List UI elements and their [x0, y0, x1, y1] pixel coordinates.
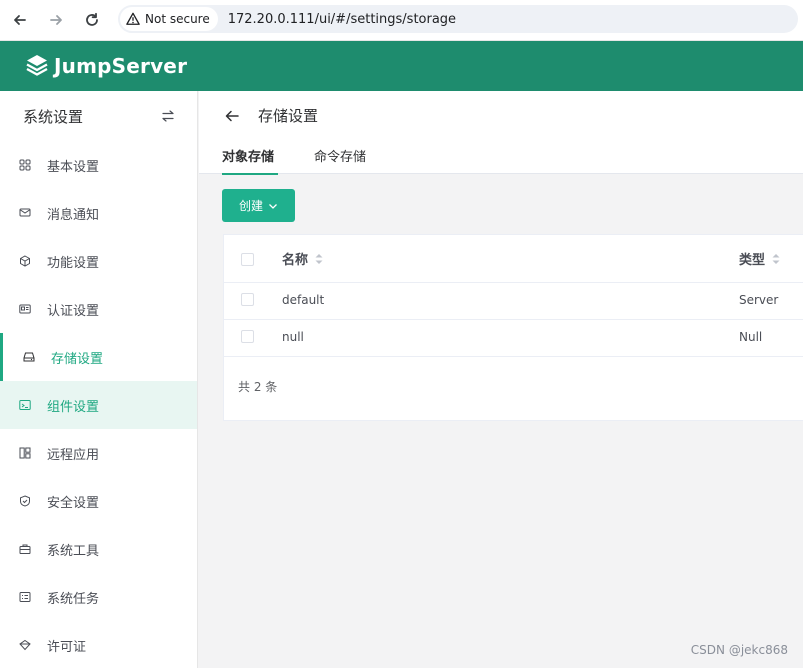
shield-icon [19, 495, 31, 507]
sort-icon[interactable] [314, 252, 324, 266]
table-header: 名称 类型 [224, 235, 803, 283]
sidebar-item-label: 存储设置 [51, 351, 104, 367]
page-title: 存储设置 [258, 107, 319, 125]
back-arrow-icon[interactable] [224, 108, 240, 124]
arrow-left-icon [14, 15, 26, 25]
sidebar-item-feature[interactable]: 功能设置 [0, 237, 197, 285]
sidebar-item-basic[interactable]: 基本设置 [0, 141, 197, 189]
sort-icon[interactable] [771, 252, 781, 266]
table-row[interactable]: default Server [224, 283, 803, 320]
cell-name[interactable]: null [282, 330, 304, 344]
apps-icon [19, 447, 31, 459]
watermark: CSDN @jekc868 [690, 643, 788, 657]
id-card-icon [19, 303, 31, 315]
sidebar-item-label: 系统任务 [47, 591, 100, 607]
warning-icon [126, 12, 140, 25]
pagination-total: 共 2 条 [238, 380, 278, 394]
terminal-icon [19, 399, 31, 411]
tab-command-storage[interactable]: 命令存储 [314, 146, 366, 174]
row-checkbox[interactable] [241, 293, 254, 306]
storage-table: 名称 类型 default Server null Null 共 2 条 [223, 234, 803, 421]
page-header: 存储设置 对象存储 命令存储 [199, 91, 803, 175]
swap-icon[interactable] [161, 109, 175, 123]
sidebar-item-tools[interactable]: 系统工具 [0, 525, 197, 573]
url-text: 172.20.0.111/ui/#/settings/storage [227, 11, 457, 27]
sidebar-header: 系统设置 [0, 91, 197, 141]
main-content: 存储设置 对象存储 命令存储 创建 名称 类型 default Server n… [199, 91, 803, 668]
chevron-down-icon [269, 203, 277, 209]
reload-icon [86, 12, 98, 26]
cell-type: Server [739, 293, 779, 307]
sidebar-item-label: 认证设置 [47, 303, 100, 319]
sidebar-item-label: 基本设置 [47, 159, 100, 175]
sidebar-item-storage[interactable]: 存储设置 [0, 333, 197, 381]
sidebar-item-component[interactable]: 组件设置 [0, 381, 197, 429]
sidebar-item-tasks[interactable]: 系统任务 [0, 573, 197, 621]
jumpserver-logo-icon[interactable] [24, 53, 50, 79]
create-button-label: 创建 [238, 199, 263, 213]
row-checkbox[interactable] [241, 330, 254, 343]
column-header-name[interactable]: 名称 [282, 249, 324, 268]
sidebar-item-label: 消息通知 [47, 207, 100, 223]
task-icon [19, 591, 31, 603]
sidebar-item-security[interactable]: 安全设置 [0, 477, 197, 525]
toolbox-icon [19, 543, 31, 555]
browser-toolbar: Not secure 172.20.0.111/ui/#/settings/st… [0, 0, 803, 41]
license-icon [19, 639, 31, 651]
message-icon [19, 207, 31, 219]
address-bar[interactable]: Not secure 172.20.0.111/ui/#/settings/st… [118, 5, 798, 33]
sidebar-item-label: 组件设置 [47, 399, 100, 415]
cube-icon [19, 255, 31, 267]
sidebar-item-remote-app[interactable]: 远程应用 [0, 429, 197, 477]
arrow-right-icon [50, 15, 62, 25]
sidebar-item-auth[interactable]: 认证设置 [0, 285, 197, 333]
reload-button[interactable] [80, 8, 104, 32]
security-indicator[interactable]: Not secure [120, 7, 218, 31]
cell-type: Null [739, 330, 763, 344]
select-all-checkbox[interactable] [241, 253, 254, 266]
app-header: JumpServer [0, 41, 803, 91]
cell-name[interactable]: default [282, 293, 324, 307]
storage-icon [23, 351, 35, 363]
sidebar-item-label: 功能设置 [47, 255, 100, 271]
column-header-type[interactable]: 类型 [739, 249, 781, 268]
grid-icon [19, 159, 31, 171]
sidebar-item-label: 系统工具 [47, 543, 100, 559]
page-title-row: 存储设置 [224, 105, 318, 126]
sidebar: 系统设置 基本设置 消息通知 功能设置 认证设置 存储设置 组件设置 远程应用 … [0, 91, 198, 668]
forward-nav-button[interactable] [44, 8, 68, 32]
sidebar-item-label: 远程应用 [47, 447, 100, 463]
brand-name[interactable]: JumpServer [54, 54, 187, 78]
create-button[interactable]: 创建 [222, 189, 295, 222]
table-row[interactable]: null Null [224, 320, 803, 357]
tab-bar: 对象存储 命令存储 [222, 146, 406, 175]
security-label: Not secure [145, 12, 210, 26]
tab-object-storage[interactable]: 对象存储 [222, 146, 279, 175]
sidebar-title: 系统设置 [23, 107, 84, 126]
back-nav-button[interactable] [8, 8, 32, 32]
sidebar-item-label: 许可证 [47, 639, 87, 655]
sidebar-item-label: 安全设置 [47, 495, 100, 511]
sidebar-item-notification[interactable]: 消息通知 [0, 189, 197, 237]
sidebar-item-license[interactable]: 许可证 [0, 621, 197, 668]
